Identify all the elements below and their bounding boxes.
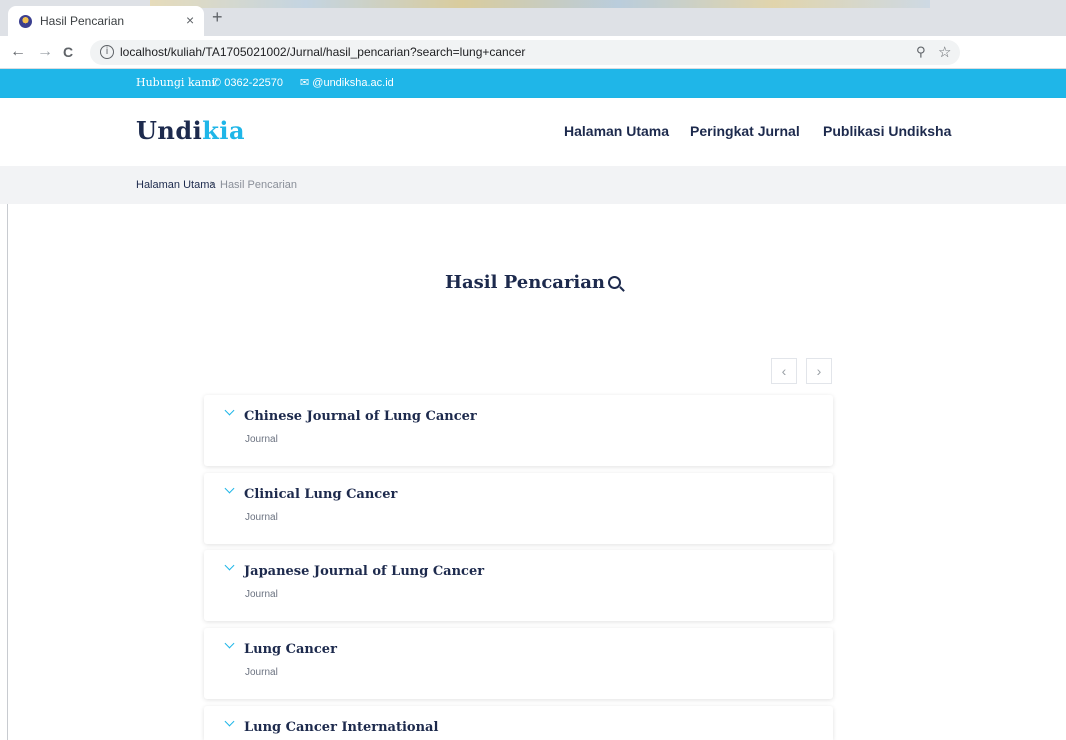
tab-bar-background-art xyxy=(150,0,930,8)
nav-halaman-utama[interactable]: Halaman Utama xyxy=(564,123,669,139)
favicon-icon xyxy=(19,15,32,28)
result-type: Journal xyxy=(245,589,278,600)
contact-topbar: Hubungi kami ✆ 0362-22570 ✉ @undiksha.ac… xyxy=(0,69,1066,98)
result-title[interactable]: Clinical Lung Cancer xyxy=(244,487,397,502)
breadcrumb-separator: › xyxy=(210,178,214,190)
site-logo[interactable]: Undikia xyxy=(136,116,245,145)
email-contact[interactable]: ✉ @undiksha.ac.id xyxy=(300,76,394,89)
reload-button[interactable]: C xyxy=(63,43,73,61)
mail-icon: ✉ xyxy=(300,77,310,89)
contact-label: Hubungi kami xyxy=(136,76,216,89)
logo-text-accent: kia xyxy=(202,116,246,145)
result-type: Journal xyxy=(245,434,278,445)
result-card[interactable]: Clinical Lung Cancer Journal xyxy=(204,473,833,544)
tab-title: Hasil Pencarian xyxy=(40,14,125,28)
address-bar: ← → C i localhost/kuliah/TA1705021002/Ju… xyxy=(0,36,1066,69)
chevron-down-icon[interactable] xyxy=(224,718,234,728)
chevron-down-icon[interactable] xyxy=(224,485,234,495)
phone-number: 0362-22570 xyxy=(224,77,284,89)
url-text[interactable]: localhost/kuliah/TA1705021002/Jurnal/has… xyxy=(120,45,525,59)
result-type: Journal xyxy=(245,667,278,678)
phone-contact[interactable]: ✆ 0362-22570 xyxy=(212,76,283,89)
result-card[interactable]: Japanese Journal of Lung Cancer Journal xyxy=(204,550,833,621)
forward-button[interactable]: → xyxy=(37,43,53,61)
omnibox[interactable]: i localhost/kuliah/TA1705021002/Jurnal/h… xyxy=(90,40,960,65)
breadcrumb-home[interactable]: Halaman Utama xyxy=(136,179,215,191)
logo-text-main: Undi xyxy=(136,116,203,145)
page-title: Hasil Pencarian xyxy=(0,272,1066,293)
result-title[interactable]: Lung Cancer xyxy=(244,642,337,657)
result-title[interactable]: Lung Cancer International xyxy=(244,720,438,735)
phone-icon: ✆ xyxy=(212,77,222,89)
result-title[interactable]: Chinese Journal of Lung Cancer xyxy=(244,409,477,424)
chevron-down-icon[interactable] xyxy=(224,562,234,572)
breadcrumb-current: Hasil Pencarian xyxy=(220,179,298,191)
nav-publikasi-undiksha[interactable]: Publikasi Undiksha xyxy=(823,123,951,139)
result-type: Journal xyxy=(245,512,278,523)
breadcrumb: Halaman Utama › Hasil Pencarian xyxy=(0,166,1066,204)
result-card[interactable]: Lung Cancer Journal xyxy=(204,628,833,699)
prev-page-button[interactable]: ‹ xyxy=(771,358,797,384)
star-icon[interactable]: ☆ xyxy=(938,43,951,61)
next-page-button[interactable]: › xyxy=(806,358,832,384)
back-button[interactable]: ← xyxy=(10,43,26,61)
browser-tab-bar: Hasil Pencarian × + xyxy=(0,0,1066,36)
chevron-down-icon[interactable] xyxy=(224,407,234,417)
new-tab-button[interactable]: + xyxy=(212,8,223,26)
zoom-icon[interactable]: ⚲ xyxy=(916,44,926,60)
email-address: @undiksha.ac.id xyxy=(312,77,394,89)
result-title[interactable]: Japanese Journal of Lung Cancer xyxy=(244,564,484,579)
chevron-down-icon[interactable] xyxy=(224,640,234,650)
site-header: Undikia Halaman Utama Peringkat Jurnal P… xyxy=(0,98,1066,166)
info-icon[interactable]: i xyxy=(100,45,114,59)
result-card[interactable]: Chinese Journal of Lung Cancer Journal xyxy=(204,395,833,466)
search-icon xyxy=(608,276,622,289)
close-tab-icon[interactable]: × xyxy=(186,12,194,28)
page-title-text: Hasil Pencarian xyxy=(444,272,606,293)
browser-tab[interactable]: Hasil Pencarian × xyxy=(8,6,204,36)
result-card[interactable]: Lung Cancer International xyxy=(204,706,833,740)
nav-peringkat-jurnal[interactable]: Peringkat Jurnal xyxy=(690,123,800,139)
